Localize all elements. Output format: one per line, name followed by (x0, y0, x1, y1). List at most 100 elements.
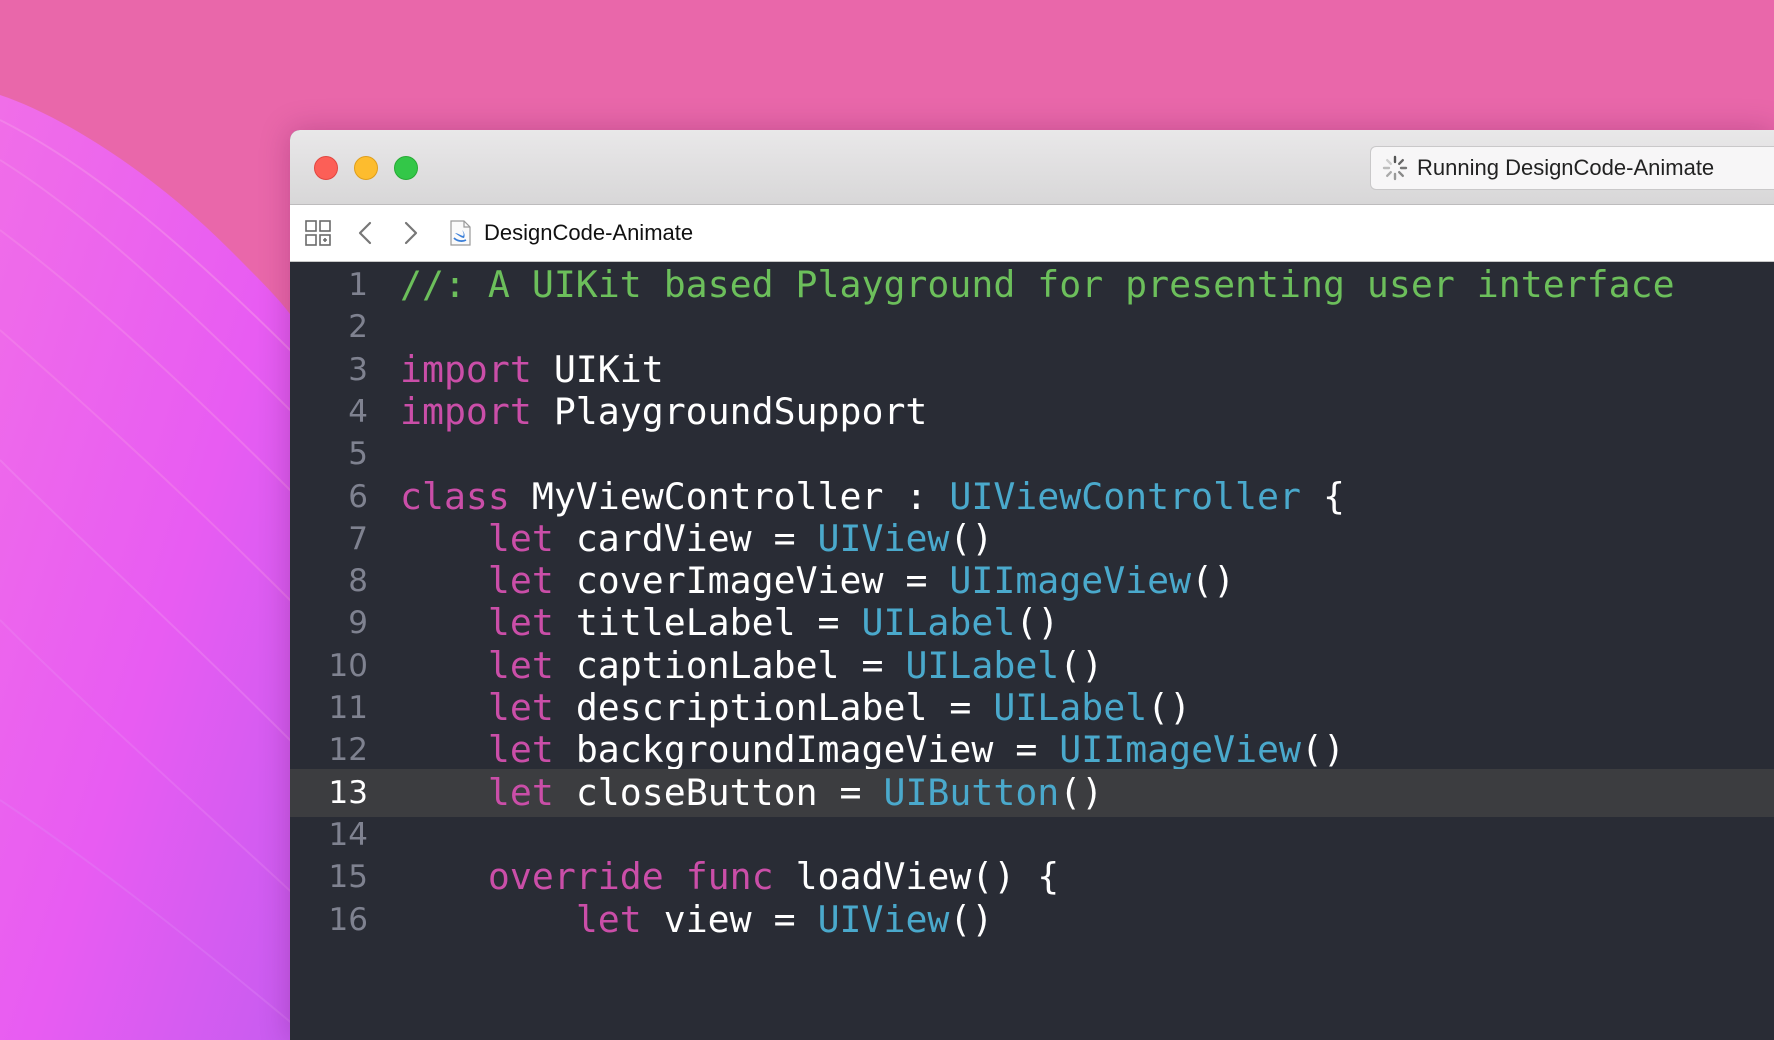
code-line[interactable]: 16 let view = UIView() (290, 896, 1774, 944)
code-text[interactable]: override func loadView() { (400, 853, 1059, 901)
close-window-button[interactable] (314, 156, 338, 180)
code-line[interactable]: 2 (290, 303, 1774, 351)
code-token-comment: //: A UIKit based Playground for present… (400, 263, 1675, 306)
code-token-keyword: let (575, 897, 642, 941)
line-number: 9 (348, 605, 368, 642)
code-token-plain: captionLabel = (553, 643, 906, 687)
related-items-grid-icon[interactable] (304, 219, 332, 247)
code-line[interactable]: 12 let backgroundImageView = UIImageView… (290, 726, 1774, 774)
code-token-plain: () (1059, 643, 1104, 687)
code-token-plain: loadView() { (773, 855, 1060, 899)
xcode-playground-window: Running DesignCode-Animate DesignCode-An… (290, 130, 1774, 1040)
forward-chevron-icon[interactable] (396, 219, 424, 247)
code-text[interactable]: import PlaygroundSupport (400, 388, 927, 436)
code-line[interactable]: 6 class MyViewController : UIViewControll… (290, 473, 1774, 521)
desktop-background: Running DesignCode-Animate DesignCode-An… (0, 0, 1774, 1040)
code-text[interactable]: class MyViewController : UIViewControlle… (400, 473, 1345, 521)
code-token-plain: UIKit (531, 347, 664, 391)
code-line[interactable]: 14 (290, 811, 1774, 859)
line-number: 15 (328, 859, 368, 896)
code-token-plain: coverImageView = (553, 559, 950, 603)
code-line[interactable]: 15 override func loadView() { (290, 853, 1774, 901)
line-number: 8 (348, 563, 368, 600)
code-token-keyword: let (487, 516, 554, 560)
code-token-keyword: override (487, 855, 664, 899)
code-line[interactable]: 13 let closeButton = UIButton() (290, 768, 1774, 817)
code-text[interactable]: let cardView = UIView() (400, 515, 993, 563)
code-line[interactable]: 1 //: A UIKit based Playground for presen… (290, 261, 1774, 309)
code-token-plain: () (1301, 728, 1345, 772)
code-line[interactable]: 9 let titleLabel = UILabel() (290, 599, 1774, 647)
code-token-plain: { (1300, 474, 1345, 518)
line-number: 16 (328, 901, 368, 938)
code-line[interactable]: 4 import PlaygroundSupport (290, 388, 1774, 436)
code-token-keyword: let (487, 643, 554, 687)
zoom-window-button[interactable] (394, 156, 418, 180)
code-token-keyword: let (487, 686, 554, 729)
code-token-plain: descriptionLabel = (553, 686, 994, 729)
line-number: 13 (328, 774, 368, 811)
jumpbar-file-name[interactable]: DesignCode-Animate (484, 219, 693, 247)
activity-status-box: Running DesignCode-Animate (1370, 146, 1774, 190)
code-token-keyword: func (685, 855, 774, 899)
code-token-plain: () (1191, 559, 1236, 603)
jump-bar: DesignCode-Animate (290, 205, 1774, 262)
source-editor[interactable]: 1 //: A UIKit based Playground for presen… (290, 262, 1774, 1040)
code-token-plain: closeButton = (553, 770, 884, 814)
code-token-keyword: let (487, 728, 554, 772)
code-token-plain: view = (641, 897, 818, 941)
code-text[interactable]: let backgroundImageView = UIImageView() (400, 726, 1345, 774)
code-text[interactable]: let captionLabel = UILabel() (400, 642, 1103, 690)
code-token-keyword: let (487, 770, 554, 814)
code-line[interactable]: 7 let cardView = UIView() (290, 515, 1774, 563)
line-number: 6 (348, 478, 368, 515)
line-number: 2 (348, 309, 368, 346)
code-line[interactable]: 8 let coverImageView = UIImageView() (290, 557, 1774, 605)
activity-status-text: Running DesignCode-Animate (1417, 155, 1715, 180)
code-line[interactable]: 3 import UIKit (290, 346, 1774, 394)
code-token-plain: () (949, 897, 994, 941)
line-number: 11 (328, 690, 368, 726)
code-text[interactable]: let view = UIView() (400, 896, 994, 944)
code-token-type: UILabel (861, 601, 1016, 645)
code-token-plain: cardView = (553, 516, 818, 560)
line-number: 14 (328, 816, 368, 853)
window-titlebar[interactable]: Running DesignCode-Animate (290, 130, 1774, 205)
code-token-type: UIView (817, 516, 950, 560)
code-token-plain: backgroundImageView = (553, 728, 1060, 772)
code-token-type: UIButton (883, 770, 1060, 814)
line-number: 7 (348, 520, 368, 557)
code-token-type: UIViewController (949, 474, 1301, 518)
code-token-keyword: class (400, 474, 510, 518)
code-line[interactable]: 10 let captionLabel = UILabel() (290, 642, 1774, 690)
code-token-plain: () (1147, 686, 1192, 729)
code-token-keyword: let (487, 559, 554, 603)
code-token-type: UIImageView (1059, 728, 1301, 772)
line-number: 10 (328, 647, 368, 684)
code-text[interactable]: import UIKit (400, 346, 664, 394)
code-text[interactable]: let coverImageView = UIImageView() (400, 557, 1235, 605)
code-text[interactable]: let closeButton = UIButton() (400, 769, 1103, 817)
code-token-plain: titleLabel = (553, 601, 862, 645)
back-chevron-icon[interactable] (352, 219, 380, 247)
code-token-keyword: let (487, 601, 554, 645)
swift-file-icon (450, 220, 471, 246)
activity-spinner-icon (1382, 155, 1408, 181)
minimize-window-button[interactable] (354, 156, 378, 180)
line-number: 3 (348, 351, 368, 388)
code-line[interactable]: 11 let descriptionLabel = UILabel() (290, 684, 1774, 732)
code-text[interactable]: let descriptionLabel = UILabel() (400, 684, 1191, 732)
code-token-type: UIView (817, 897, 950, 941)
line-number: 4 (348, 393, 368, 430)
code-token-keyword: import (400, 347, 532, 391)
code-line[interactable]: 5 (290, 430, 1774, 478)
code-text[interactable]: //: A UIKit based Playground for present… (400, 261, 1675, 309)
line-number: 5 (348, 436, 368, 473)
code-text[interactable]: let titleLabel = UILabel() (400, 599, 1059, 647)
